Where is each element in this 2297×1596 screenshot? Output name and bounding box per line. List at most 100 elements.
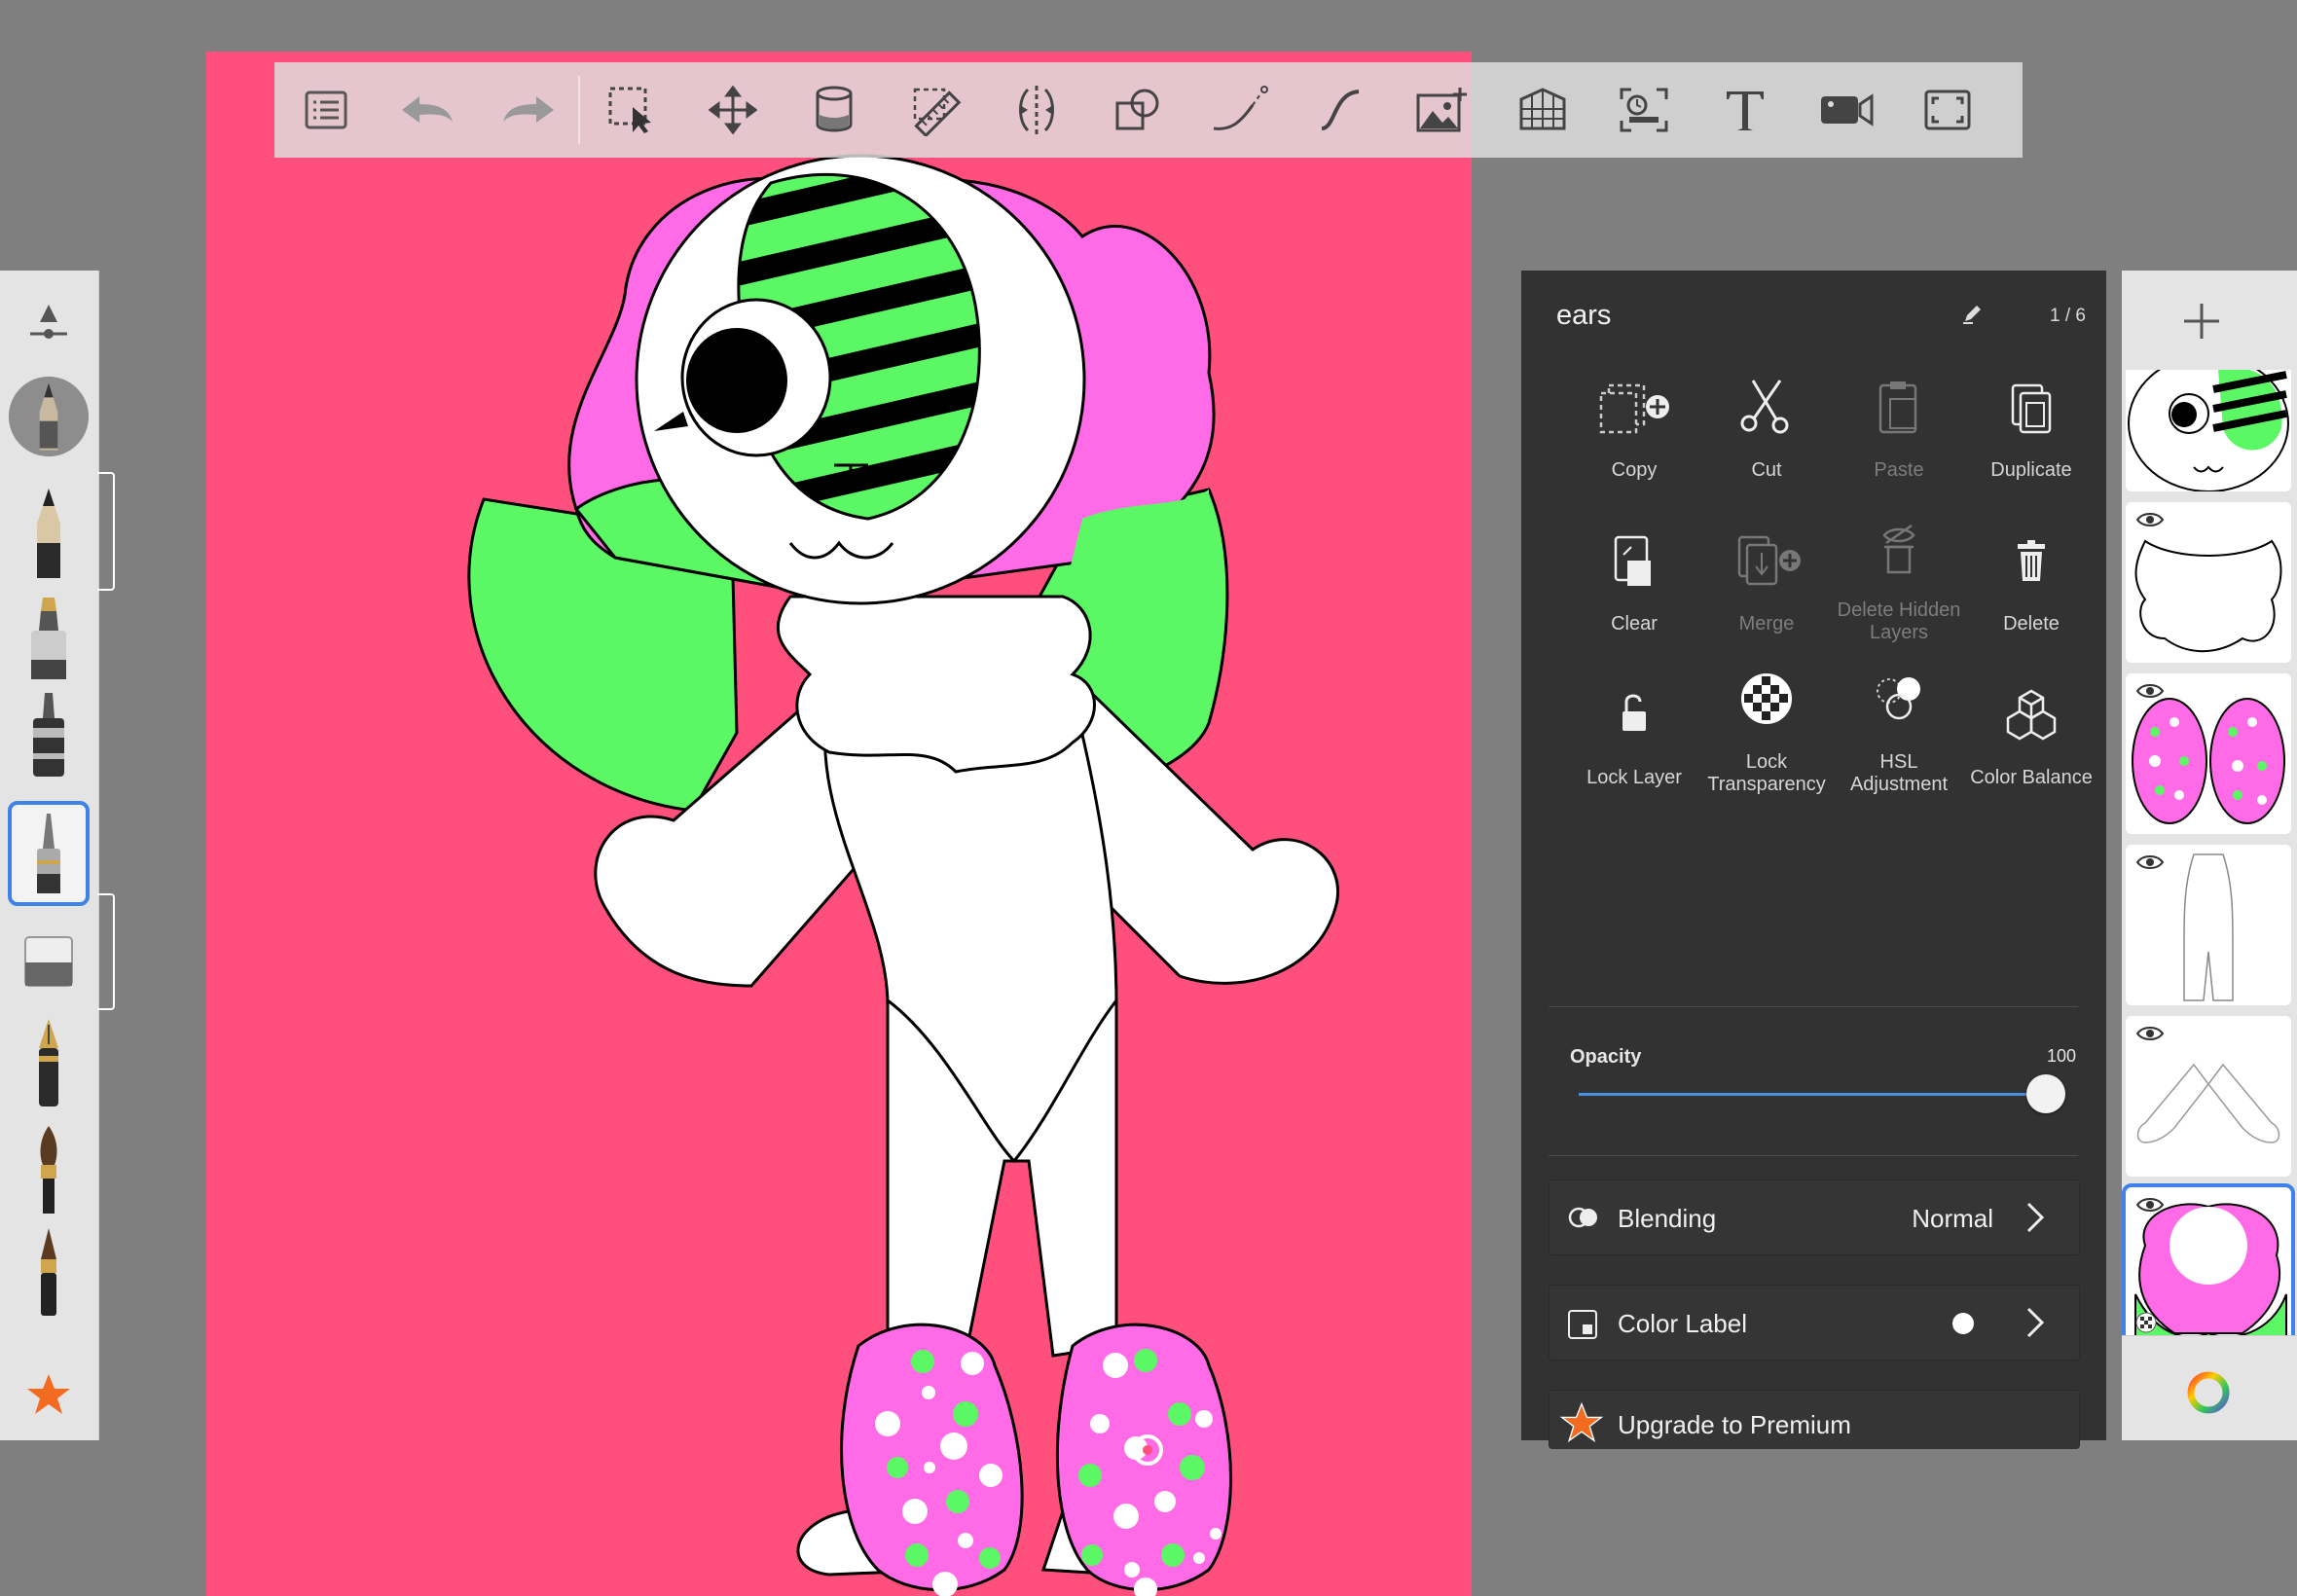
- lock-transparency-badge-icon: [2135, 1312, 2157, 1335]
- visibility-eye-icon[interactable]: [2135, 852, 2165, 877]
- delete-hidden-icon: [1831, 508, 1967, 586]
- unlock-icon: [1566, 675, 1702, 753]
- time-lapse-icon[interactable]: [1612, 78, 1676, 142]
- selection-icon[interactable]: [600, 78, 664, 142]
- blending-value: Normal: [1912, 1204, 1993, 1233]
- layer-properties-panel: ears 1 / 6 Copy Cut Paste Duplicate Clea…: [1521, 271, 2106, 1449]
- fill-icon[interactable]: [802, 78, 866, 142]
- divider: [2122, 1335, 2297, 1336]
- transform-icon[interactable]: [701, 78, 765, 142]
- trash-icon: [1963, 522, 2099, 599]
- favorites-star-icon[interactable]: [8, 1356, 90, 1433]
- rename-pencil-icon[interactable]: [1961, 302, 1985, 330]
- video-icon[interactable]: [1814, 78, 1878, 142]
- lock-transparency-button[interactable]: Lock Transparency: [1698, 660, 1835, 796]
- opacity-label: Opacity: [1570, 1046, 1642, 1068]
- stroke-icon[interactable]: [1207, 78, 1271, 142]
- brush-group-bracket: [97, 472, 115, 591]
- duplicate-icon: [1963, 368, 2099, 446]
- paste-icon: [1831, 368, 1967, 446]
- panel-divider: [1549, 1006, 2078, 1007]
- brush-pencil-round[interactable]: [8, 373, 90, 460]
- top-toolbar: [274, 62, 2023, 158]
- clear-button[interactable]: Clear: [1566, 522, 1702, 635]
- toolbar-divider: [578, 76, 580, 144]
- blending-label: Blending: [1618, 1204, 1717, 1233]
- color-label-icon: [1567, 1309, 1598, 1345]
- layer-thumb-collar[interactable]: [2126, 502, 2291, 663]
- clear-icon: [1566, 522, 1702, 599]
- drawing-canvas[interactable]: [206, 52, 1472, 1596]
- brush-library-bar: [0, 271, 99, 1440]
- text-icon[interactable]: [1713, 78, 1777, 142]
- scissors-icon: [1698, 368, 1835, 446]
- opacity-value: 100: [2047, 1046, 2077, 1066]
- visibility-eye-icon[interactable]: [2135, 1024, 2165, 1048]
- symmetry-icon[interactable]: [1004, 78, 1069, 142]
- delete-hidden-layers-button[interactable]: Delete Hidden Layers: [1831, 508, 1967, 644]
- hsl-icon: [1831, 660, 1967, 738]
- visibility-eye-icon[interactable]: [2135, 1195, 2165, 1219]
- add-layer-icon[interactable]: [2180, 300, 2223, 347]
- color-label-swatch[interactable]: [1952, 1313, 1974, 1334]
- perspective-icon[interactable]: [1511, 78, 1575, 142]
- ruler-icon[interactable]: [903, 78, 967, 142]
- panel-divider: [1549, 1155, 2078, 1156]
- brush-marker[interactable]: [8, 592, 90, 689]
- brush-size-slider[interactable]: [8, 290, 90, 358]
- chevron-right-icon: [2024, 1200, 2046, 1240]
- legwarmers-shape: [840, 1323, 1232, 1596]
- opacity-slider-track[interactable]: [1579, 1093, 2046, 1096]
- blending-icon: [1567, 1206, 1602, 1234]
- brush-ink[interactable]: [8, 689, 90, 786]
- menu-icon[interactable]: [294, 78, 358, 142]
- color-label-text: Color Label: [1618, 1309, 1747, 1338]
- paste-button[interactable]: Paste: [1831, 368, 1967, 482]
- layer-thumb-ears-selected[interactable]: [2122, 1183, 2295, 1335]
- artwork: [467, 154, 1339, 1596]
- layers-column: [2122, 271, 2297, 1440]
- layer-name[interactable]: ears: [1556, 300, 1611, 332]
- add-image-icon[interactable]: [1409, 78, 1474, 142]
- premium-star-icon: [1559, 1400, 1604, 1450]
- color-label-row[interactable]: Color Label: [1549, 1285, 2080, 1360]
- color-wheel-icon[interactable]: [2186, 1370, 2231, 1420]
- shape-icon[interactable]: [1106, 78, 1170, 142]
- body-shape: [823, 692, 1118, 1358]
- upgrade-premium-label: Upgrade to Premium: [1618, 1410, 1851, 1439]
- redo-icon[interactable]: [496, 78, 561, 142]
- fullscreen-icon[interactable]: [1915, 78, 1980, 142]
- undo-icon[interactable]: [395, 78, 459, 142]
- upgrade-premium-row[interactable]: Upgrade to Premium: [1549, 1390, 2080, 1449]
- layer-thumb-body[interactable]: [2126, 845, 2291, 1005]
- cubes-icon: [1963, 675, 2099, 753]
- brush-paintbrush[interactable]: [8, 1117, 90, 1224]
- copy-button[interactable]: Copy: [1566, 368, 1702, 482]
- brush-technical-pen[interactable]: [8, 801, 90, 906]
- brush-fountain-pen[interactable]: [8, 1010, 90, 1117]
- visibility-eye-icon[interactable]: [2135, 681, 2165, 706]
- brush-calligraphy[interactable]: [8, 1219, 90, 1326]
- blending-row[interactable]: Blending Normal: [1549, 1179, 2080, 1255]
- brush-pencil[interactable]: [8, 485, 90, 582]
- checker-icon: [1698, 660, 1835, 738]
- curve-icon[interactable]: [1308, 78, 1372, 142]
- collar-shape: [776, 595, 1096, 774]
- brush-group-bracket: [97, 893, 115, 1010]
- copy-icon: [1566, 368, 1702, 446]
- layer-count: 1 / 6: [2050, 306, 2086, 326]
- visibility-eye-icon[interactable]: [2135, 510, 2165, 534]
- brush-eraser[interactable]: [8, 913, 90, 1010]
- opacity-slider-knob[interactable]: [2026, 1074, 2065, 1113]
- delete-layer-button[interactable]: Delete: [1963, 522, 2099, 635]
- hsl-adjustment-button[interactable]: HSL Adjustment: [1831, 660, 1967, 796]
- layer-thumb-legwarmers[interactable]: [2126, 673, 2291, 834]
- layer-thumb-face[interactable]: [2126, 370, 2291, 491]
- color-balance-button[interactable]: Color Balance: [1963, 675, 2099, 789]
- cut-button[interactable]: Cut: [1698, 368, 1835, 482]
- merge-button[interactable]: Merge: [1698, 522, 1835, 635]
- duplicate-button[interactable]: Duplicate: [1963, 368, 2099, 482]
- layer-thumb-arms[interactable]: [2126, 1016, 2291, 1177]
- merge-icon: [1698, 522, 1835, 599]
- lock-layer-button[interactable]: Lock Layer: [1566, 675, 1702, 789]
